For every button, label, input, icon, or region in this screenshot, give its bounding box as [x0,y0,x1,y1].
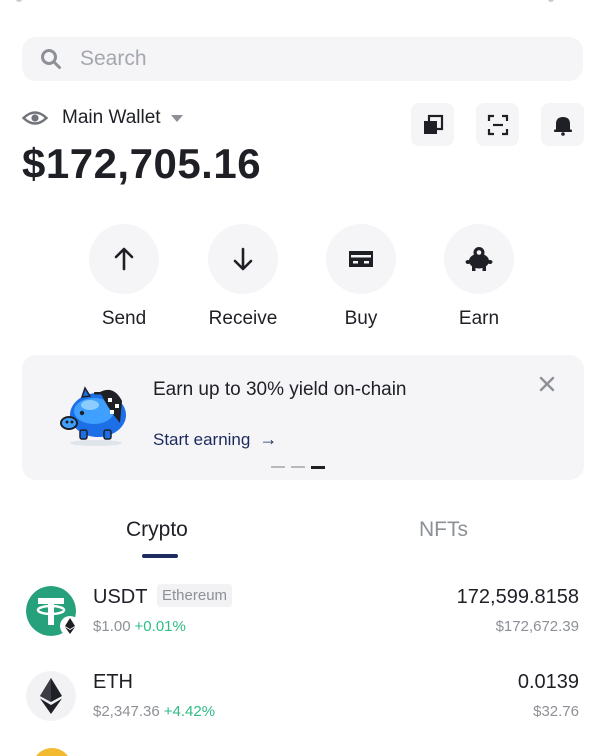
arrow-down-icon [233,247,253,271]
status-dot [548,0,554,2]
carousel-dot[interactable] [271,466,285,468]
eye-icon[interactable] [22,109,48,127]
promo-title: Earn up to 30% yield on-chain [153,379,407,400]
piggy-bank-illustration [60,386,126,446]
receive-button[interactable] [208,224,278,294]
asset-amount: 0.0139 [517,671,579,693]
status-dot [16,0,22,2]
asset-price: $1.00 [93,618,131,635]
asset-row-eth[interactable]: ETH $2,347.36 +4.42% 0.0139 $32.76 [0,665,605,725]
asset-price-line: $2,347.36 +4.42% [93,703,215,720]
arrow-right-icon: → [259,429,278,449]
asset-symbol: USDT [93,586,148,608]
receive-action[interactable]: Receive [183,224,303,330]
asset-row-usdt[interactable]: USDT Ethereum $1.00 +0.01% 172,599.8158 $… [0,580,605,640]
buy-label: Buy [344,308,378,329]
asset-symbol: ETH [93,671,133,693]
buy-action[interactable]: Buy [301,224,421,330]
caret-down-icon [170,114,183,122]
send-button[interactable] [89,224,159,294]
promo-banner[interactable]: Earn up to 30% yield on-chain Start earn… [22,355,584,480]
copy-button[interactable] [411,103,454,146]
wallet-name: Main Wallet [62,107,161,128]
tab-nfts[interactable]: NFTs [419,518,468,542]
next-asset-logo-icon [32,748,72,756]
search-bar[interactable] [22,37,583,81]
carousel-dot[interactable] [291,466,305,468]
scan-icon [487,114,508,135]
notifications-button[interactable] [541,103,584,146]
card-icon [349,251,373,267]
piggy-bank-icon [465,247,493,271]
asset-price-line: $1.00 +0.01% [93,618,186,635]
ethereum-logo-icon [26,671,76,721]
send-label: Send [101,308,147,329]
carousel-dot-active[interactable] [311,465,325,469]
scan-button[interactable] [476,103,519,146]
asset-change: +0.01% [134,618,186,635]
total-balance: $172,705.16 [22,140,262,187]
network-badge: Ethereum [157,584,233,607]
search-icon [41,49,61,69]
asset-value: $172,672.39 [495,618,579,635]
buy-button[interactable] [326,224,396,294]
start-earning-label: Start earning [153,429,251,449]
send-action[interactable]: Send [64,224,184,330]
start-earning-link[interactable]: Start earning → [153,429,277,450]
asset-amount: 172,599.8158 [456,586,579,608]
carousel-indicator [271,465,325,469]
arrow-up-icon [114,247,134,271]
earn-action[interactable]: Earn [419,224,539,330]
ethereum-network-badge-icon [60,616,80,636]
asset-price: $2,347.36 [93,703,160,720]
wallet-selector[interactable]: Main Wallet [22,104,183,132]
earn-label: Earn [458,308,500,329]
asset-value: $32.76 [533,703,579,720]
active-tab-indicator [142,554,178,558]
search-input[interactable] [80,47,560,71]
asset-change: +4.42% [163,703,216,720]
status-bar-remnant [0,0,605,6]
close-icon[interactable] [538,375,556,393]
copy-icon [423,114,443,134]
tab-crypto[interactable]: Crypto [126,518,188,542]
bell-icon [553,116,572,136]
earn-button[interactable] [444,224,514,294]
receive-label: Receive [208,308,278,329]
